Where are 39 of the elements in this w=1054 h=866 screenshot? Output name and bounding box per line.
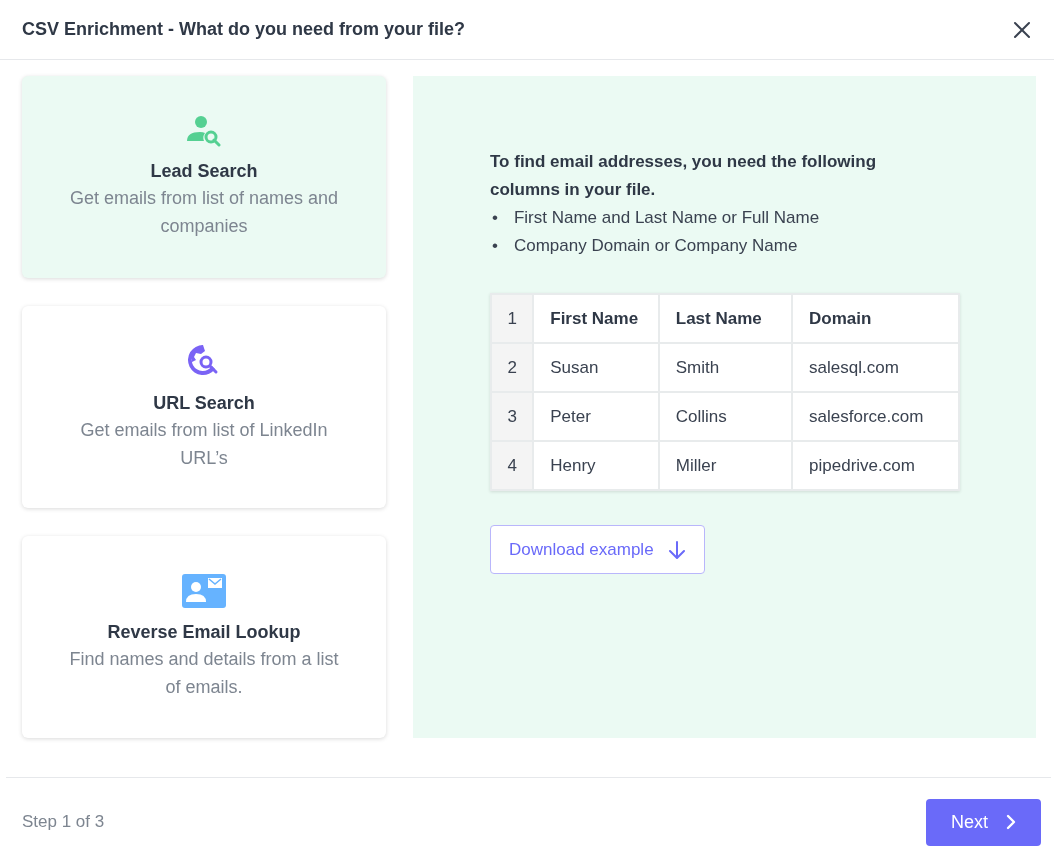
requirement-item: First Name and Last Name or Full Name bbox=[513, 207, 820, 229]
option-description: Get emails from list of names and companies bbox=[68, 186, 340, 238]
step-indicator: Step 1 of 3 bbox=[22, 812, 105, 832]
intro-text: To find email addresses, you need the following columns in your file. bbox=[490, 151, 878, 201]
row-number: 4 bbox=[491, 441, 534, 490]
download-button[interactable]: Download example bbox=[490, 525, 705, 574]
option-card[interactable]: URL Search Get emails from list of LinkedIn URL’s bbox=[22, 306, 386, 508]
column-header: Domain bbox=[792, 294, 959, 343]
next-button[interactable]: Next bbox=[926, 798, 1041, 846]
table-cell: Henry bbox=[533, 441, 659, 490]
table-cell: Peter bbox=[533, 392, 659, 441]
option-description: Get emails from list of LinkedIn URL’s bbox=[79, 418, 329, 470]
contact-card-icon bbox=[182, 573, 226, 608]
dialog-title: CSV Enrichment - What do you need from your file? bbox=[22, 19, 466, 40]
option-title: Lead Search bbox=[150, 160, 258, 182]
table-cell: pipedrive.com bbox=[792, 441, 959, 490]
user-search-icon bbox=[186, 114, 222, 147]
column-header: Last Name bbox=[658, 294, 793, 343]
option-card[interactable]: Lead Search Get emails from list of names and companies bbox=[22, 76, 386, 278]
table-cell: salesforce.com bbox=[792, 392, 959, 441]
row-number: 2 bbox=[491, 343, 534, 392]
table-cell: salesql.com bbox=[792, 343, 959, 392]
option-title: Reverse Email Lookup bbox=[107, 621, 301, 643]
table-cell: Miller bbox=[658, 441, 793, 490]
option-title: URL Search bbox=[153, 392, 255, 414]
bullet: • bbox=[492, 207, 498, 229]
column-header: First Name bbox=[533, 294, 659, 343]
close-icon[interactable] bbox=[1012, 19, 1032, 40]
option-description: Find names and details from a list of emails. bbox=[68, 647, 340, 699]
table-cell: Collins bbox=[658, 392, 793, 441]
arrow-down-icon bbox=[667, 540, 686, 559]
option-card[interactable]: Reverse Email Lookup Find names and details from a list of emails. bbox=[22, 536, 386, 738]
row-number: 3 bbox=[491, 392, 534, 441]
table-cell: Susan bbox=[533, 343, 659, 392]
chevron-right-icon bbox=[1006, 814, 1016, 830]
requirement-item: Company Domain or Company Name bbox=[513, 235, 798, 257]
row-number: 1 bbox=[491, 294, 534, 343]
table-cell: Smith bbox=[658, 343, 793, 392]
bullet: • bbox=[492, 235, 498, 257]
